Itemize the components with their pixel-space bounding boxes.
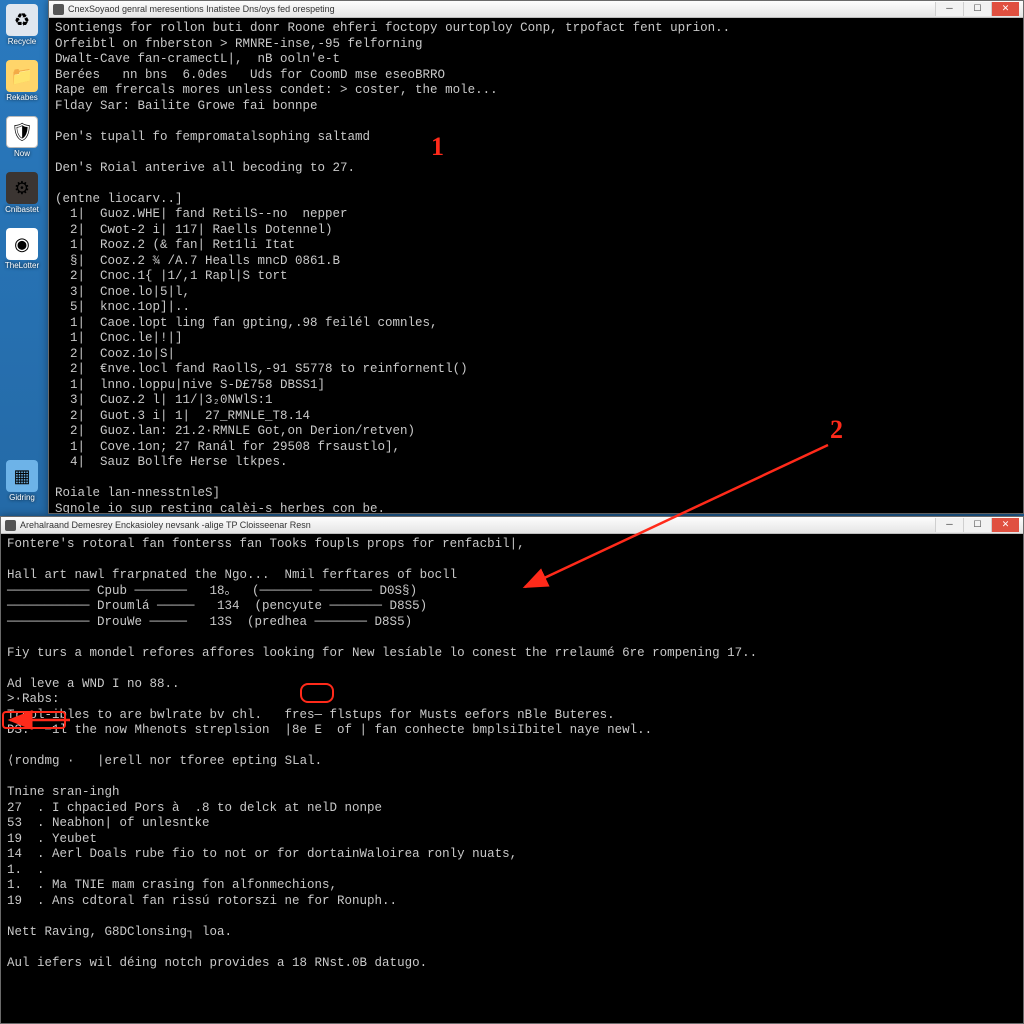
desktop-icon-generic[interactable]: ▦ Gidring xyxy=(0,460,44,502)
terminal-output[interactable]: Fontere's rotoral fan fonterss fan Tooks… xyxy=(1,534,1023,1023)
maximize-button[interactable]: ☐ xyxy=(963,518,991,532)
window-controls: ─ ☐ ✕ xyxy=(935,518,1019,532)
desktop-icon-shield[interactable]: 🛡 Now xyxy=(0,116,44,158)
terminal-output[interactable]: Sontiengs for rollon buti donr Roone ehf… xyxy=(49,18,1023,513)
desktop-icon-label: Gidring xyxy=(9,494,35,502)
desktop-icon-runner[interactable]: ⚙ Cnibastet xyxy=(0,172,44,214)
close-button[interactable]: ✕ xyxy=(991,518,1019,532)
chrome-icon: ◉ xyxy=(6,228,38,260)
window-app-icon xyxy=(53,4,64,15)
desktop-icon-label: TheLotter xyxy=(5,262,39,270)
terminal-window-bottom[interactable]: Arehalraand Demesrey Enckasioley nevsank… xyxy=(0,516,1024,1024)
desktop-icon-recycle-bin[interactable]: ♻ Recycle xyxy=(0,4,44,46)
desktop-icon-label: Recycle xyxy=(8,38,36,46)
window-controls: ─ ☐ ✕ xyxy=(935,2,1019,16)
desktop-icon-label: Rekabes xyxy=(6,94,38,102)
desktop-icon-label: Cnibastet xyxy=(5,206,39,214)
terminal-window-top[interactable]: CnexSoyaod genral meresentions Inatistee… xyxy=(48,0,1024,514)
maximize-button[interactable]: ☐ xyxy=(963,2,991,16)
window-app-icon xyxy=(5,520,16,531)
desktop-icon-chrome[interactable]: ◉ TheLotter xyxy=(0,228,44,270)
close-button[interactable]: ✕ xyxy=(991,2,1019,16)
gear-icon: ⚙ xyxy=(6,172,38,204)
minimize-button[interactable]: ─ xyxy=(935,2,963,16)
app-icon: ▦ xyxy=(6,460,38,492)
desktop-icon-label: Now xyxy=(14,150,30,158)
window-title: Arehalraand Demesrey Enckasioley nevsank… xyxy=(20,520,935,530)
titlebar[interactable]: CnexSoyaod genral meresentions Inatistee… xyxy=(49,1,1023,18)
desktop-icon-folder[interactable]: 📁 Rekabes xyxy=(0,60,44,102)
window-title: CnexSoyaod genral meresentions Inatistee… xyxy=(68,4,935,14)
folder-icon: 📁 xyxy=(6,60,38,92)
recycle-bin-icon: ♻ xyxy=(6,4,38,36)
minimize-button[interactable]: ─ xyxy=(935,518,963,532)
shield-icon: 🛡 xyxy=(6,116,38,148)
titlebar[interactable]: Arehalraand Demesrey Enckasioley nevsank… xyxy=(1,517,1023,534)
